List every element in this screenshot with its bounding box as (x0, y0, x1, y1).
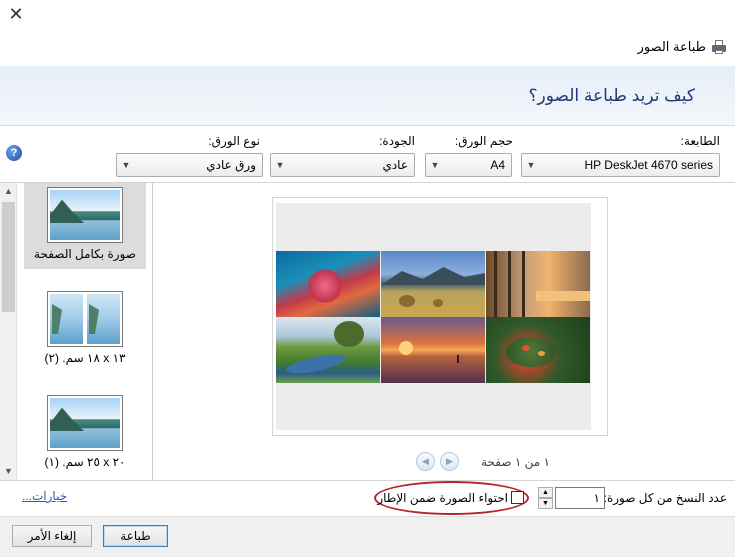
close-button[interactable]: ✕ (4, 2, 28, 26)
paper-size-select-value: A4 (490, 158, 505, 172)
layout-thumbnail (47, 187, 123, 243)
window-title-text: طباعة الصور (637, 39, 706, 54)
fit-picture-label[interactable]: احتواء الصورة ضمن الإطار (377, 491, 508, 505)
layout-label: ١٣ x ١٨ سم. (٢) (44, 351, 126, 365)
layout-list: صورة بكامل الصفحة ١٣ x ١٨ سم. (٢) ٢٠ x ٢… (0, 183, 153, 480)
layout-item-full-page[interactable]: صورة بكامل الصفحة (24, 183, 146, 269)
spin-up-icon[interactable]: ▲ (538, 487, 553, 498)
divider (0, 480, 735, 481)
chevron-down-icon: ▼ (430, 160, 440, 170)
printer-select-value: HP DeskJet 4670 series (584, 158, 713, 172)
next-page-button[interactable]: ▶ (440, 452, 459, 471)
scroll-up-icon[interactable]: ▲ (0, 183, 17, 200)
previous-page-button[interactable]: ◀ (416, 452, 435, 471)
layout-thumbnail (47, 291, 123, 347)
quality-select[interactable]: ▼ عادي (270, 153, 415, 177)
print-button[interactable]: طباعة (103, 525, 168, 547)
paper-size-label: حجم الورق: (454, 134, 513, 148)
printer-select[interactable]: ▼ HP DeskJet 4670 series (521, 153, 720, 177)
fit-picture-checkbox[interactable] (511, 491, 524, 504)
printer-label: الطابعة: (680, 134, 720, 148)
copies-input[interactable]: ١ (555, 487, 605, 509)
chevron-down-icon: ▼ (526, 160, 536, 170)
paper-type-select[interactable]: ▼ ورق عادي (116, 153, 263, 177)
options-link[interactable]: خيارات... (22, 489, 67, 503)
paper-size-select[interactable]: ▼ A4 (425, 153, 512, 177)
window-title: طباعة الصور (638, 38, 727, 56)
cancel-button[interactable]: إلغاء الأمر (12, 525, 92, 547)
quality-label: الجودة: (379, 134, 415, 148)
header-band: كيف تريد طباعة الصور؟ (0, 66, 735, 126)
layout-thumbnail (47, 395, 123, 451)
printer-icon (711, 40, 727, 54)
photo-sunset-sea (381, 317, 485, 383)
layout-label: ٢٠ x ٢٥ سم. (١) (44, 455, 126, 469)
quality-select-value: عادي (382, 158, 408, 172)
copies-label: عدد النسخ من كل صورة: (603, 491, 727, 505)
scroll-thumb[interactable] (2, 202, 15, 312)
scroll-down-icon[interactable]: ▼ (0, 463, 17, 480)
layout-item-13x18[interactable]: ١٣ x ١٨ سم. (٢) (24, 287, 146, 373)
layout-scrollbar[interactable]: ▲ ▼ (0, 183, 17, 480)
paper-type-label: نوع الورق: (208, 134, 260, 148)
paper-type-select-value: ورق عادي (206, 158, 256, 172)
chevron-down-icon: ▼ (121, 160, 131, 170)
header-question: كيف تريد طباعة الصور؟ (528, 86, 695, 105)
photo-autumn-leaves (486, 317, 590, 383)
spin-down-icon[interactable]: ▼ (538, 498, 553, 509)
photo-autumn-trees (486, 251, 590, 317)
layout-item-20x25[interactable]: ٢٠ x ٢٥ سم. (١) (24, 391, 146, 477)
photo-coral-reef (276, 251, 380, 317)
chevron-down-icon: ▼ (275, 160, 285, 170)
photo-river-meadow (276, 317, 380, 383)
layout-label: صورة بكامل الصفحة (34, 247, 136, 261)
page-indicator: ١ من ١ صفحة (481, 455, 550, 469)
help-icon[interactable]: ? (6, 145, 22, 161)
photo-hay-bales (381, 251, 485, 317)
